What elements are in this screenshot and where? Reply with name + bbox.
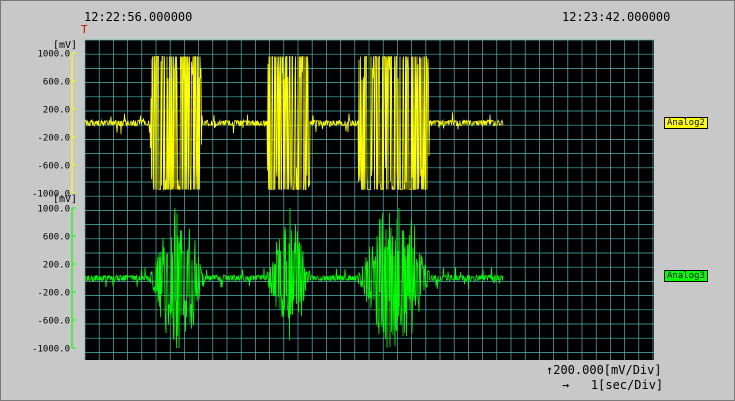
- analog2-y-unit: [mV]: [53, 40, 78, 51]
- y-tick-label: -1000.0: [32, 345, 70, 355]
- y-tick-label: 600.0: [43, 233, 70, 243]
- y-tick-label: 600.0: [43, 78, 70, 88]
- y-tick-label: -600.0: [37, 317, 70, 327]
- y-tick-label: 200.0: [43, 106, 70, 116]
- y-tick-label: -200.0: [37, 289, 70, 299]
- y-tick-label: -600.0: [37, 162, 70, 172]
- analog3-channel-tag[interactable]: Analog3: [664, 270, 708, 282]
- analog3-y-unit: [mV]: [53, 194, 78, 205]
- analog2-channel-tag[interactable]: Analog2: [664, 117, 708, 129]
- y-tick-label: -200.0: [37, 134, 70, 144]
- y-tick-label: 200.0: [43, 261, 70, 271]
- waveform-chart: 1000.0 600.0 200.0 -200.0 -600.0 -1000.0 1000.…: [32, 39, 654, 360]
- vertical-scale-readout: ↑200.000[mV/Div]: [546, 363, 662, 377]
- y-tick-label: 1000.0: [37, 50, 70, 60]
- horizontal-scale-readout: → 1[sec/Div]: [562, 378, 664, 392]
- y-tick-label: 1000.0: [37, 205, 70, 215]
